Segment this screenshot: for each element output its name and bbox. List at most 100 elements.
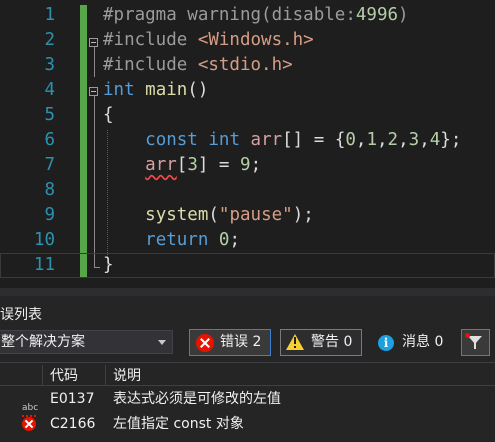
chevron-down-icon	[158, 340, 166, 345]
code-token: };	[440, 130, 462, 150]
code-token: );	[292, 205, 314, 225]
code-text: const int arr[] = {0,1,2,3,4};	[103, 128, 461, 153]
code-token: 4996	[355, 5, 399, 25]
column-header-description[interactable]: 说明	[113, 365, 141, 385]
code-token: <stdio.h>	[197, 55, 293, 75]
code-line[interactable]: 1 #pragma warning(disable:4996)	[0, 3, 495, 28]
messages-filter-label: 消息 0	[402, 334, 444, 350]
code-token: return	[145, 230, 219, 250]
error-row[interactable]: C2166 左值指定 const 对象	[0, 412, 495, 437]
code-token: [	[176, 155, 188, 175]
code-token: 4	[429, 130, 441, 150]
code-line[interactable]: 5{	[0, 103, 495, 128]
code-token: arr	[250, 130, 283, 150]
code-line[interactable]: 4 int main()	[0, 78, 495, 103]
code-token: ] =	[197, 155, 241, 175]
code-token: (	[208, 205, 219, 225]
code-line[interactable]: 6 const int arr[] = {0,1,2,3,4};	[0, 128, 495, 153]
code-token: #pragma warning(disable:	[103, 5, 356, 25]
code-text: system("pause");	[103, 203, 314, 228]
code-token: 2	[387, 130, 399, 150]
line-number: 4	[44, 80, 55, 100]
code-line[interactable]: 10 return 0;	[0, 228, 495, 253]
line-number: 8	[44, 180, 55, 200]
filter-toggle-button[interactable]	[461, 329, 490, 356]
code-line[interactable]: 9 system("pause");	[0, 203, 495, 228]
error-code: E0137	[50, 391, 95, 407]
panel-splitter[interactable]	[0, 288, 495, 296]
info-icon: i	[378, 335, 394, 351]
code-editor[interactable]: 1 #pragma warning(disable:4996) 2 #include …	[0, 0, 495, 288]
code-text: int main()	[103, 78, 208, 103]
code-token: <Windows.h>	[197, 30, 314, 50]
code-token: #include	[103, 30, 198, 50]
line-number: 5	[44, 105, 55, 125]
code-token: ,	[419, 130, 430, 150]
code-token: ,	[355, 130, 367, 150]
code-text: {	[103, 103, 114, 128]
error-grid-header: 代码 说明	[0, 362, 495, 386]
error-code: C2166	[50, 416, 96, 432]
code-text: #include <stdio.h>	[103, 53, 293, 78]
line-number: 3	[44, 55, 55, 75]
error-description: 左值指定 const 对象	[113, 416, 244, 432]
code-line[interactable]: 7 arr[3] = 9;	[0, 153, 495, 178]
scope-dropdown-value: 整个解决方案	[1, 334, 85, 350]
errors-filter-label: 错误 2	[220, 334, 262, 350]
code-token: ,	[398, 130, 409, 150]
code-token: int	[208, 130, 251, 150]
code-token: [] = {	[282, 130, 346, 150]
code-line[interactable]: 2 #include <Windows.h>	[0, 28, 495, 53]
code-text: #pragma warning(disable:4996)	[103, 3, 409, 28]
code-text: return 0;	[103, 228, 240, 253]
code-token: {	[103, 105, 114, 125]
line-number: 10	[33, 230, 55, 250]
error-list-panel: 误列表 整个解决方案 错误 2 警告 0 i 消息 0 代码 说明 abc E0…	[0, 288, 495, 442]
scope-dropdown[interactable]: 整个解决方案	[0, 330, 173, 354]
line-number: 1	[44, 5, 55, 25]
code-token: "pause"	[218, 205, 293, 225]
code-token: const	[145, 130, 209, 150]
code-token: int	[103, 80, 146, 100]
errors-filter-button[interactable]: 错误 2	[189, 329, 271, 356]
error-description: 表达式必须是可修改的左值	[113, 391, 281, 407]
code-text: }	[103, 253, 114, 278]
code-line[interactable]: 11}	[0, 253, 495, 278]
line-number: 7	[44, 155, 55, 175]
code-token: 9	[240, 155, 251, 175]
code-token: #include	[103, 55, 198, 75]
warnings-filter-button[interactable]: 警告 0	[280, 329, 362, 356]
code-token: system	[145, 205, 209, 225]
warnings-filter-label: 警告 0	[311, 334, 353, 350]
code-text: arr[3] = 9;	[103, 153, 261, 178]
error-row[interactable]: abc E0137 表达式必须是可修改的左值	[0, 387, 495, 417]
code-token: 3	[187, 155, 198, 175]
code-token: main	[145, 80, 188, 100]
code-token: 3	[408, 130, 420, 150]
messages-filter-button[interactable]: i 消息 0	[371, 329, 453, 356]
line-number: 2	[44, 30, 55, 50]
code-token: ()	[187, 80, 209, 100]
line-number: 9	[44, 205, 55, 225]
error-list-toolbar: 整个解决方案 错误 2 警告 0 i 消息 0	[0, 328, 495, 362]
code-token: ;	[229, 230, 241, 250]
column-header-code[interactable]: 代码	[50, 365, 78, 385]
panel-title: 误列表	[0, 307, 42, 323]
code-token: 0	[345, 130, 356, 150]
code-line[interactable]: 3 #include <stdio.h>	[0, 53, 495, 78]
code-token: ;	[250, 155, 262, 175]
line-number: 6	[44, 130, 55, 150]
error-icon	[22, 417, 36, 431]
code-token: )	[398, 5, 409, 25]
line-number: 11	[33, 255, 55, 275]
code-token: ,	[377, 130, 388, 150]
code-token: 0	[218, 230, 230, 250]
code-token: arr	[145, 155, 177, 175]
code-line[interactable]: 8	[0, 178, 495, 203]
code-token: 1	[366, 130, 377, 150]
code-text: #include <Windows.h>	[103, 28, 314, 53]
